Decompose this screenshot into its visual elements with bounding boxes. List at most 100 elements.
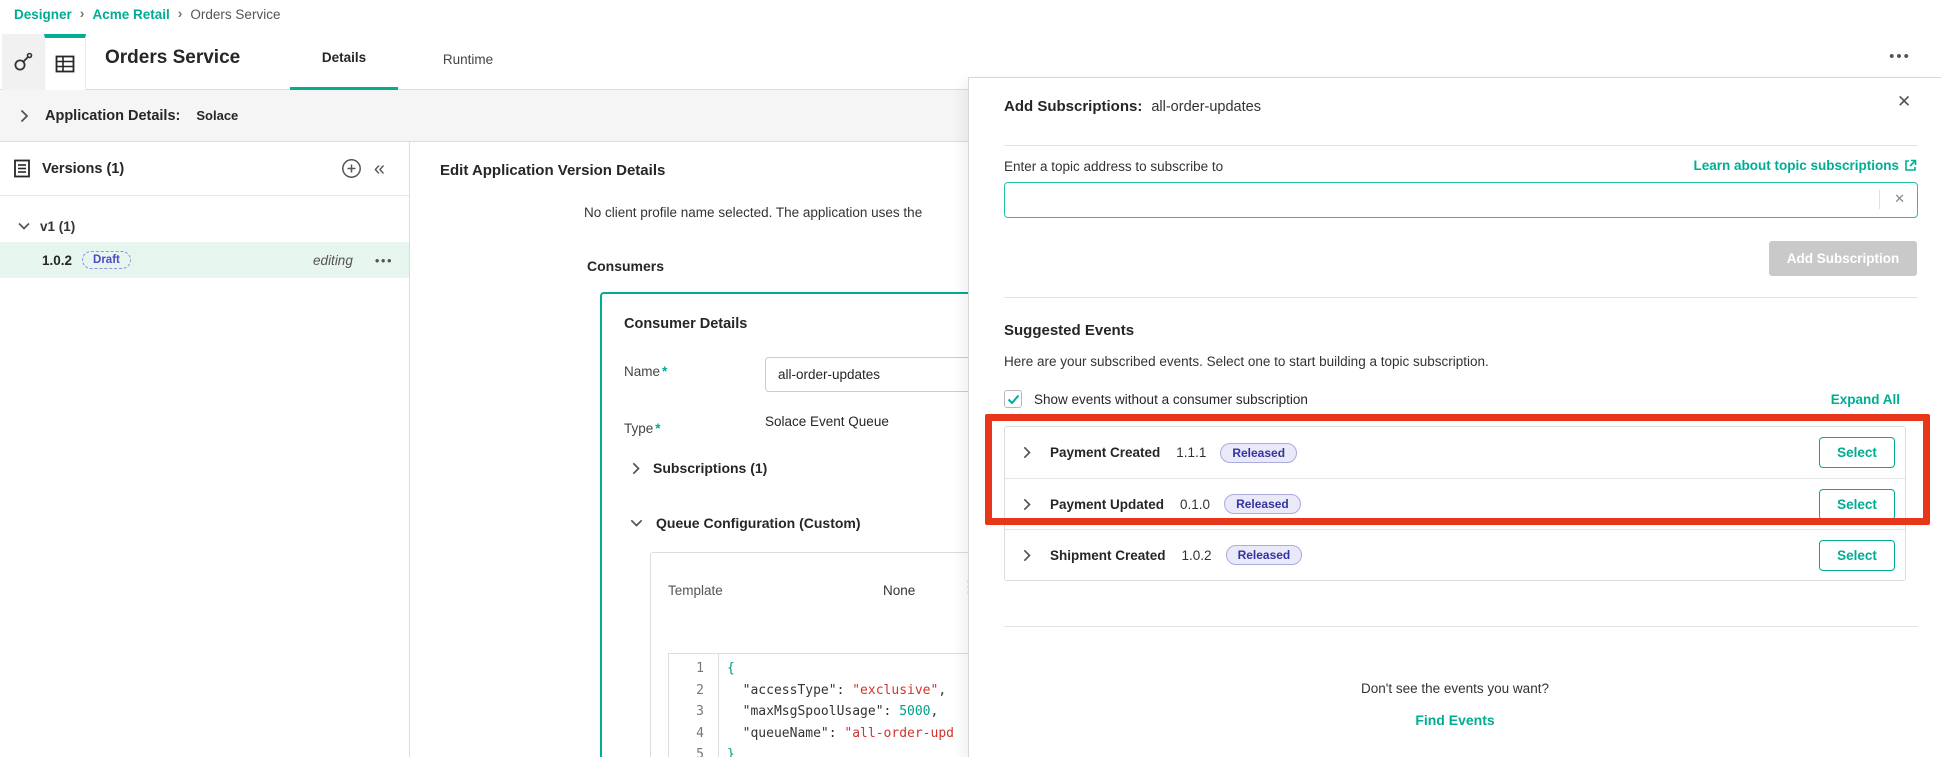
application-details-label: Application Details: xyxy=(45,107,181,124)
select-event-button[interactable]: Select xyxy=(1819,488,1895,520)
queue-configuration-expander[interactable]: Queue Configuration (Custom) xyxy=(630,515,861,531)
panel-title: Add Subscriptions: xyxy=(1004,98,1143,115)
add-subscriptions-panel: Add Subscriptions: all-order-updates ✕ E… xyxy=(968,77,1941,757)
event-row-payment-updated[interactable]: Payment Updated 0.1.0 Released Select xyxy=(1005,478,1905,529)
template-label: Template xyxy=(668,583,723,598)
version-number: 1.0.2 xyxy=(42,252,73,268)
collapse-sidebar-button[interactable]: « xyxy=(374,159,385,179)
queue-template-box: Template None ⋮ 1 2 3 4 5 { "accessType"… xyxy=(650,552,969,757)
consumer-details-title: Consumer Details xyxy=(624,316,748,332)
topic-address-label: Enter a topic address to subscribe to xyxy=(1004,159,1224,174)
show-events-checkbox[interactable] xyxy=(1004,390,1022,408)
add-version-button[interactable] xyxy=(341,158,362,179)
divider xyxy=(1879,190,1880,209)
code-token: } xyxy=(727,747,735,757)
code-line: "accessType": "exclusive", xyxy=(727,680,954,702)
draft-badge: Draft xyxy=(82,251,131,269)
external-link-icon xyxy=(1904,159,1917,172)
application-details-band[interactable]: Application Details: Solace xyxy=(0,90,969,142)
editing-status: editing xyxy=(313,252,353,268)
chevron-right-icon xyxy=(632,462,640,475)
list-view-tab[interactable] xyxy=(44,34,86,90)
line-number: 5 xyxy=(696,747,704,757)
divider xyxy=(1004,297,1918,298)
tab-runtime[interactable]: Runtime xyxy=(420,28,516,90)
divider xyxy=(1004,145,1918,146)
code-token: "all-order-upd xyxy=(844,725,954,741)
event-version: 0.1.0 xyxy=(1180,496,1211,512)
consumer-name-input[interactable] xyxy=(765,357,969,392)
topic-address-input-wrap: ✕ xyxy=(1004,182,1918,218)
version-row-selected[interactable]: 1.0.2 Draft editing ••• xyxy=(0,242,409,278)
released-badge: Released xyxy=(1224,494,1301,514)
divider xyxy=(1004,626,1918,627)
code-token: { xyxy=(727,661,735,676)
queue-config-code-editor[interactable]: 1 2 3 4 5 { "accessType": "exclusive", "… xyxy=(668,653,969,757)
event-name: Payment Updated xyxy=(1050,496,1165,512)
add-subscription-button[interactable]: Add Subscription xyxy=(1769,241,1917,276)
expand-all-link[interactable]: Expand All xyxy=(1831,392,1900,407)
breadcrumb-acme-retail[interactable]: Acme Retail xyxy=(92,7,169,22)
chevron-right-icon xyxy=(1023,498,1031,511)
code-token: "exclusive" xyxy=(852,682,939,698)
show-events-checkbox-label: Show events without a consumer subscript… xyxy=(1034,391,1308,407)
edit-version-heading: Edit Application Version Details xyxy=(440,162,666,179)
show-events-checkbox-row: Show events without a consumer subscript… xyxy=(1004,390,1308,408)
versions-sidebar: Versions (1) « v1 (1) 1.0.2 Draft editin… xyxy=(0,142,410,757)
graph-icon xyxy=(12,51,34,73)
code-line: } xyxy=(727,744,954,757)
screen: Designer › Acme Retail › Orders Service … xyxy=(0,0,1941,757)
line-number: 1 xyxy=(696,661,704,676)
template-value: None xyxy=(883,583,916,598)
released-badge: Released xyxy=(1225,545,1303,565)
version-group-v1[interactable]: v1 (1) xyxy=(0,210,409,242)
versions-header: Versions (1) « xyxy=(0,142,409,196)
versions-list-icon xyxy=(14,159,30,178)
find-events-question: Don't see the events you want? xyxy=(1361,681,1549,696)
consumer-type-value: Solace Event Queue xyxy=(765,414,889,429)
code-token: "maxMsgSpoolUsage" xyxy=(727,704,884,719)
breadcrumb-designer[interactable]: Designer xyxy=(14,7,72,22)
code-line: "queueName": "all-order-upd xyxy=(727,723,954,745)
breadcrumb-separator: › xyxy=(79,5,85,21)
line-number: 4 xyxy=(696,725,704,741)
subscriptions-expander[interactable]: Subscriptions (1) xyxy=(632,460,767,476)
tab-details[interactable]: Details xyxy=(290,28,398,90)
close-icon[interactable]: ✕ xyxy=(1897,92,1911,112)
select-event-button[interactable]: Select xyxy=(1819,437,1895,468)
more-menu-button[interactable]: ••• xyxy=(1880,48,1920,72)
chevron-right-icon xyxy=(20,109,29,123)
code-token: "accessType" xyxy=(727,682,837,698)
clear-input-icon[interactable]: ✕ xyxy=(1894,191,1905,207)
consumers-section-label: Consumers xyxy=(587,258,665,274)
code-token: : xyxy=(828,725,845,741)
event-row-payment-created[interactable]: Payment Created 1.1.1 Released Select xyxy=(1005,427,1905,478)
code-token: , xyxy=(930,704,939,719)
versions-title: Versions (1) xyxy=(42,160,125,177)
topic-address-input[interactable] xyxy=(1005,183,1865,216)
event-row-shipment-created[interactable]: Shipment Created 1.0.2 Released Select xyxy=(1005,529,1905,580)
code-line-numbers: 1 2 3 4 5 xyxy=(669,654,719,757)
required-marker: * xyxy=(655,421,661,436)
find-events-link[interactable]: Find Events xyxy=(1004,712,1906,728)
code-token: 5000 xyxy=(899,704,931,719)
name-label-text: Name xyxy=(624,364,661,379)
select-event-button[interactable]: Select xyxy=(1819,539,1895,571)
learn-about-subscriptions-link[interactable]: Learn about topic subscriptions xyxy=(1693,158,1917,173)
chevron-down-icon xyxy=(18,222,30,230)
page-title: Orders Service xyxy=(105,47,241,68)
breadcrumb-separator: › xyxy=(177,5,183,21)
code-content: { "accessType": "exclusive", "maxMsgSpoo… xyxy=(719,654,954,757)
chevron-right-icon xyxy=(1023,549,1031,562)
application-details-value: Solace xyxy=(196,108,239,123)
breadcrumb-orders-service: Orders Service xyxy=(190,6,281,22)
line-number: 2 xyxy=(696,682,704,698)
code-line: { xyxy=(727,658,954,680)
learn-link-text: Learn about topic subscriptions xyxy=(1693,158,1899,173)
chevron-right-icon xyxy=(1023,446,1031,459)
consumer-details-panel: Consumer Details Name* Type* Solace Even… xyxy=(600,292,969,757)
subscriptions-label: Subscriptions (1) xyxy=(653,460,768,476)
type-label-text: Type xyxy=(624,421,654,436)
version-row-menu-button[interactable]: ••• xyxy=(375,253,393,268)
graph-view-tab[interactable] xyxy=(2,34,44,90)
